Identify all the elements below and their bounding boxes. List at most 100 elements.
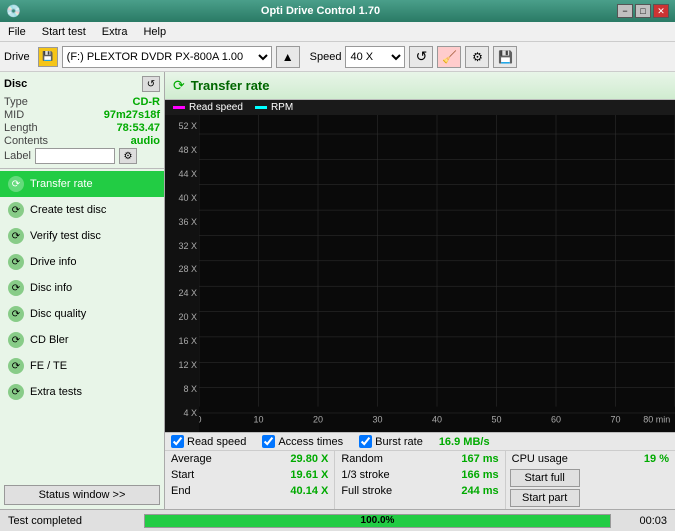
sidebar-item-label-verify-test: Verify test disc: [30, 230, 101, 242]
stats-fullstroke-row: Full stroke 244 ms: [335, 483, 504, 499]
x-label-40: 40: [432, 414, 442, 424]
main-area: Disc ↺ Type CD-R MID 97m27s18f Length 78…: [0, 72, 675, 509]
end-value: 40.14 X: [290, 485, 328, 497]
y-label-4: 4 X: [183, 408, 197, 418]
extra-tests-icon: ⟳: [8, 384, 24, 400]
start-part-button[interactable]: Start part: [510, 489, 580, 507]
x-label-70: 70: [610, 414, 620, 424]
burst-rate-check-label: Burst rate: [359, 435, 423, 448]
eject-button[interactable]: ▲: [276, 46, 300, 68]
sidebar-item-label-disc-quality: Disc quality: [30, 308, 86, 320]
y-label-36: 36 X: [178, 217, 197, 227]
refresh-button[interactable]: ↺: [409, 46, 433, 68]
access-times-checkbox[interactable]: [262, 435, 275, 448]
erase-button[interactable]: 🧹: [437, 46, 461, 68]
drive-selector[interactable]: (F:) PLEXTOR DVDR PX-800A 1.00: [62, 46, 272, 68]
disc-mid-label: MID: [4, 109, 24, 121]
sidebar-item-create-test-disc[interactable]: ⟳ Create test disc: [0, 197, 164, 223]
fullstroke-value: 244 ms: [461, 485, 498, 497]
menu-file[interactable]: File: [0, 24, 34, 40]
drive-icon: 💾: [38, 47, 58, 67]
start-value: 19.61 X: [290, 469, 328, 481]
sidebar-item-cd-bler[interactable]: ⟳ CD Bler: [0, 327, 164, 353]
y-label-20: 20 X: [178, 312, 197, 322]
x-label-30: 30: [372, 414, 382, 424]
drive-info-icon: ⟳: [8, 254, 24, 270]
sidebar-item-extra-tests[interactable]: ⟳ Extra tests: [0, 379, 164, 405]
read-speed-checkbox[interactable]: [171, 435, 184, 448]
maximize-button[interactable]: □: [635, 4, 651, 18]
disc-label-input[interactable]: [35, 148, 115, 164]
start-full-button[interactable]: Start full: [510, 469, 580, 487]
x-label-60: 60: [551, 414, 561, 424]
y-axis: 52 X 48 X 44 X 40 X 36 X 32 X 28 X 24 X …: [165, 115, 199, 432]
toolbar: Drive 💾 (F:) PLEXTOR DVDR PX-800A 1.00 ▲…: [0, 42, 675, 72]
y-label-32: 32 X: [178, 241, 197, 251]
sidebar-item-drive-info[interactable]: ⟳ Drive info: [0, 249, 164, 275]
read-speed-check-text: Read speed: [187, 436, 246, 448]
minimize-button[interactable]: −: [617, 4, 633, 18]
titlebar-controls: − □ ✕: [617, 4, 669, 18]
window-title: Opti Drive Control 1.70: [24, 5, 617, 17]
disc-type-label: Type: [4, 96, 28, 108]
speed-selector[interactable]: 40 X: [345, 46, 405, 68]
stats-right: CPU usage 19 % Start full Start part: [506, 451, 675, 509]
close-button[interactable]: ✕: [653, 4, 669, 18]
settings-button[interactable]: ⚙: [465, 46, 489, 68]
menu-extra[interactable]: Extra: [94, 24, 136, 40]
sidebar-item-verify-test-disc[interactable]: ⟳ Verify test disc: [0, 223, 164, 249]
sidebar-menu: ⟳ Transfer rate ⟳ Create test disc ⟳ Ver…: [0, 169, 164, 481]
sidebar-item-label-transfer-rate: Transfer rate: [30, 178, 93, 190]
sidebar-item-disc-quality[interactable]: ⟳ Disc quality: [0, 301, 164, 327]
sidebar-item-transfer-rate[interactable]: ⟳ Transfer rate: [0, 171, 164, 197]
end-label: End: [171, 485, 191, 497]
sidebar-item-label-create-test: Create test disc: [30, 204, 106, 216]
sidebar-item-label-fe-te: FE / TE: [30, 360, 67, 372]
sidebar-item-fe-te[interactable]: ⟳ FE / TE: [0, 353, 164, 379]
burst-rate-checkbox[interactable]: [359, 435, 372, 448]
legend-read-speed: Read speed: [173, 102, 243, 113]
disc-label-edit-button[interactable]: ⚙: [119, 148, 137, 164]
y-label-52: 52 X: [178, 121, 197, 131]
create-test-disc-icon: ⟳: [8, 202, 24, 218]
chart-legend: Read speed RPM: [165, 100, 675, 115]
menu-help[interactable]: Help: [135, 24, 174, 40]
chart-svg: 0 10 20 30 40 50 60 70 80 min: [199, 115, 675, 432]
disc-contents-value: audio: [131, 135, 160, 147]
disc-info-icon: ⟳: [8, 280, 24, 296]
y-label-24: 24 X: [178, 288, 197, 298]
titlebar: 💿 Opti Drive Control 1.70 − □ ✕: [0, 0, 675, 22]
speed-label: Speed: [310, 51, 342, 63]
transfer-rate-icon: ⟳: [8, 176, 24, 192]
stats-end-row: End 40.14 X: [165, 483, 334, 499]
x-label-10: 10: [253, 414, 263, 424]
menu-starttest[interactable]: Start test: [34, 24, 94, 40]
y-label-8: 8 X: [183, 384, 197, 394]
stats-middle: Random 167 ms 1/3 stroke 166 ms Full str…: [334, 451, 505, 509]
average-value: 29.80 X: [290, 453, 328, 465]
drive-label: Drive: [4, 51, 30, 63]
disc-length-label: Length: [4, 122, 38, 134]
disc-quality-icon: ⟳: [8, 306, 24, 322]
sidebar-item-disc-info[interactable]: ⟳ Disc info: [0, 275, 164, 301]
legend-read-speed-color: [173, 106, 185, 109]
app-icon: 💿: [6, 4, 20, 18]
x-label-80: 80 min: [643, 414, 670, 424]
disc-label-label: Label: [4, 150, 31, 162]
sidebar-item-label-cd-bler: CD Bler: [30, 334, 69, 346]
access-times-check-label: Access times: [262, 435, 343, 448]
disc-refresh-button[interactable]: ↺: [142, 76, 160, 92]
random-value: 167 ms: [461, 453, 498, 465]
sidebar: Disc ↺ Type CD-R MID 97m27s18f Length 78…: [0, 72, 165, 509]
save-button[interactable]: 💾: [493, 46, 517, 68]
y-label-44: 44 X: [178, 169, 197, 179]
disc-type-value: CD-R: [133, 96, 161, 108]
stroke13-label: 1/3 stroke: [341, 469, 389, 481]
random-label: Random: [341, 453, 383, 465]
start-label: Start: [171, 469, 194, 481]
stats-stroke13-row: 1/3 stroke 166 ms: [335, 467, 504, 483]
x-label-50: 50: [491, 414, 501, 424]
cd-bler-icon: ⟳: [8, 332, 24, 348]
status-window-button[interactable]: Status window >>: [4, 485, 160, 505]
legend-read-speed-label: Read speed: [189, 102, 243, 113]
